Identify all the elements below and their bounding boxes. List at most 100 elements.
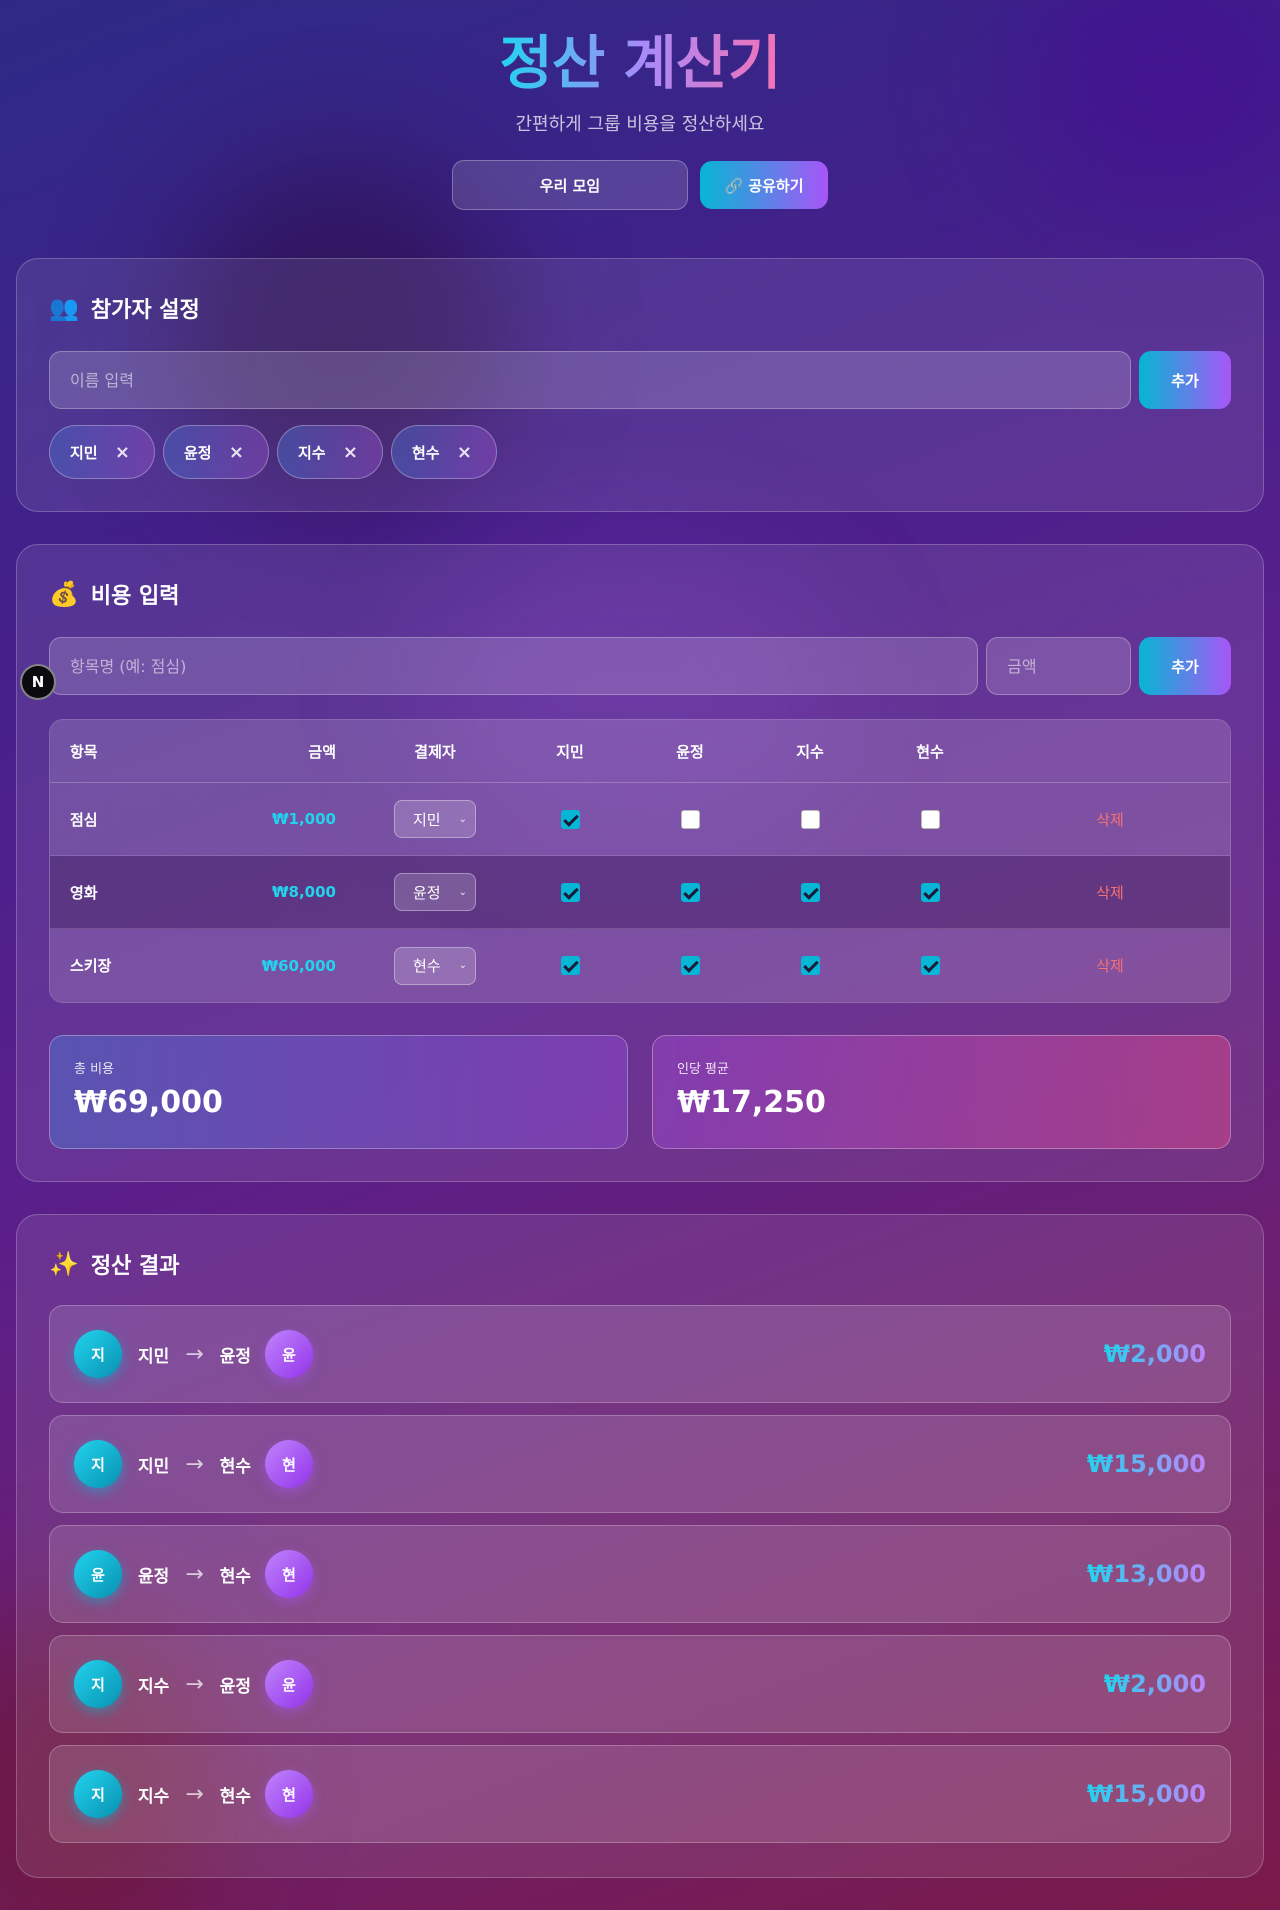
chevron-down-icon: ⌄ — [458, 813, 467, 825]
average-cost-card: 인당 평균 ₩17,250 — [652, 1035, 1231, 1149]
settlement-amount: ₩13,000 — [1086, 1560, 1206, 1588]
sparkles-icon: ✨ — [49, 1250, 79, 1278]
results-title: ✨ 정산 결과 — [49, 1249, 1231, 1279]
avatar: 현 — [265, 1770, 313, 1818]
expense-row: 스키장 ₩60,000 현수 ⌄ 삭제 — [50, 929, 1230, 1002]
payer-select[interactable]: 윤정 ⌄ — [394, 873, 476, 911]
settlement-item: 지 지수 → 윤정 윤 ₩2,000 — [49, 1635, 1231, 1733]
expense-name-input[interactable] — [49, 637, 979, 695]
participant-chip: 지민 × — [49, 425, 155, 479]
col-header-amount: 금액 — [206, 720, 360, 783]
add-expense-button[interactable]: 추가 — [1139, 637, 1231, 695]
payer-select-value: 윤정 — [413, 883, 441, 902]
expense-name: 점심 — [50, 783, 206, 856]
chevron-down-icon: ⌄ — [458, 960, 467, 971]
receiver-name: 현수 — [219, 1456, 251, 1477]
payer-name: 지수 — [138, 1676, 170, 1697]
add-participant-button[interactable]: 추가 — [1139, 351, 1231, 409]
participant-name-input[interactable] — [49, 351, 1132, 409]
expense-amount: ₩8,000 — [206, 856, 360, 929]
col-header-participant: 지민 — [510, 720, 630, 783]
avatar: 지 — [74, 1770, 122, 1818]
group-name-input[interactable] — [452, 160, 688, 210]
participant-chip-name: 지수 — [298, 443, 326, 462]
settlement-amount: ₩15,000 — [1086, 1780, 1206, 1808]
total-cost-card: 총 비용 ₩69,000 — [49, 1035, 628, 1149]
payer-select-value: 현수 — [413, 957, 441, 975]
chevron-down-icon: ⌄ — [458, 886, 467, 898]
receiver-name: 현수 — [219, 1566, 251, 1587]
share-checkbox[interactable] — [560, 882, 580, 902]
expense-row: 영화 ₩8,000 윤정 ⌄ 삭제 — [50, 856, 1230, 929]
payer-name: 지민 — [138, 1456, 170, 1477]
delete-expense-button[interactable]: 삭제 — [1096, 811, 1124, 829]
avatar: 지 — [74, 1440, 122, 1488]
expense-amount-input[interactable] — [986, 637, 1132, 695]
avatar: 현 — [265, 1440, 313, 1488]
payer-select-value: 지민 — [413, 810, 441, 829]
receiver-name: 윤정 — [219, 1676, 251, 1697]
settlement-amount: ₩2,000 — [1103, 1670, 1206, 1698]
header-actions: 🔗 공유하기 — [0, 160, 1280, 210]
settlement-amount: ₩2,000 — [1103, 1340, 1206, 1368]
expenses-title: 💰 비용 입력 — [49, 579, 1231, 609]
payer-select[interactable]: 지민 ⌄ — [394, 800, 476, 838]
share-checkbox[interactable] — [560, 956, 580, 975]
settlement-list: 지 지민 → 윤정 윤 ₩2,000 지 지민 → 현수 현 ₩15,000 윤 윤정 → 현수 현 ₩13,00… — [49, 1305, 1231, 1843]
settlement-amount: ₩15,000 — [1086, 1450, 1206, 1478]
arrow-right-icon: → — [185, 1561, 204, 1587]
money-bag-icon: 💰 — [49, 580, 79, 608]
participants-title-text: 참가자 설정 — [90, 298, 200, 323]
participants-title: 👥 참가자 설정 — [49, 293, 1231, 323]
receiver-name: 윤정 — [219, 1346, 251, 1367]
avatar: 현 — [265, 1550, 313, 1598]
receiver-name: 현수 — [219, 1786, 251, 1807]
remove-participant-icon[interactable]: × — [457, 442, 472, 463]
avatar: 지 — [74, 1660, 122, 1708]
page-subtitle: 간편하게 그룹 비용을 정산하세요 — [515, 114, 765, 135]
share-checkbox[interactable] — [680, 956, 700, 975]
remove-participant-icon[interactable]: × — [115, 442, 130, 463]
avatar: 윤 — [265, 1660, 313, 1708]
col-header-item: 항목 — [50, 720, 206, 783]
total-cost-value: ₩69,000 — [74, 1085, 223, 1120]
average-cost-value: ₩17,250 — [677, 1085, 826, 1120]
expense-amount: ₩60,000 — [206, 929, 360, 1002]
delete-expense-button[interactable]: 삭제 — [1096, 884, 1124, 902]
participants-card: 👥 참가자 설정 추가 지민 × 윤정 × 지수 × 현수 × — [16, 258, 1264, 512]
payer-select[interactable]: 현수 ⌄ — [394, 946, 476, 985]
participant-chip: 현수 × — [391, 425, 497, 479]
share-checkbox[interactable] — [680, 882, 700, 902]
share-checkbox[interactable] — [800, 882, 820, 902]
share-checkbox[interactable] — [920, 882, 940, 902]
settlement-item: 지 지민 → 윤정 윤 ₩2,000 — [49, 1305, 1231, 1403]
share-checkbox[interactable] — [680, 809, 700, 829]
participant-chip-name: 윤정 — [184, 443, 212, 462]
share-checkbox[interactable] — [920, 956, 940, 975]
payer-name: 지수 — [138, 1786, 170, 1807]
delete-expense-button[interactable]: 삭제 — [1096, 957, 1124, 975]
share-checkbox[interactable] — [800, 809, 820, 829]
settlement-item: 지 지수 → 현수 현 ₩15,000 — [49, 1745, 1231, 1843]
expense-stats: 총 비용 ₩69,000 인당 평균 ₩17,250 — [49, 1035, 1231, 1149]
share-button[interactable]: 🔗 공유하기 — [700, 161, 828, 209]
remove-participant-icon[interactable]: × — [343, 442, 358, 463]
arrow-right-icon: → — [185, 1341, 204, 1367]
share-checkbox[interactable] — [920, 809, 940, 829]
share-checkbox[interactable] — [560, 809, 580, 829]
total-cost-label: 총 비용 — [74, 1062, 115, 1077]
expense-name: 스키장 — [50, 929, 206, 1002]
average-cost-label: 인당 평균 — [677, 1062, 729, 1077]
expense-amount: ₩1,000 — [206, 783, 360, 856]
col-header-participant: 현수 — [870, 720, 990, 783]
col-header-payer: 결제자 — [360, 720, 510, 783]
avatar: 윤 — [74, 1550, 122, 1598]
dev-tools-badge[interactable]: N — [20, 664, 56, 700]
remove-participant-icon[interactable]: × — [229, 442, 244, 463]
page-title: 정산 계산기 — [499, 29, 782, 97]
share-checkbox[interactable] — [800, 956, 820, 975]
people-icon: 👥 — [49, 294, 79, 322]
col-header-participant: 지수 — [750, 720, 870, 783]
expenses-title-text: 비용 입력 — [90, 584, 180, 609]
participant-chip: 지수 × — [277, 425, 383, 479]
